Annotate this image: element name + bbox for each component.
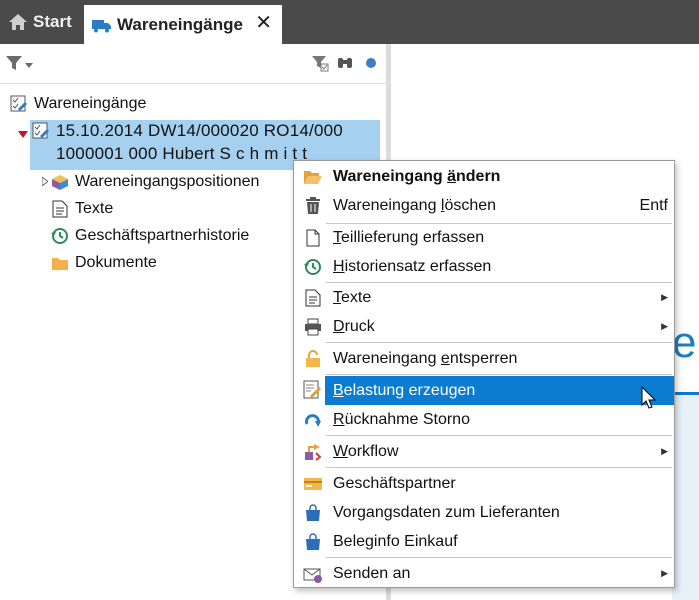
selected-node-line1: 15.10.2014 DW14/000020 RO14/000 <box>56 121 343 140</box>
menu-separator <box>326 557 672 558</box>
context-menu: Wareneingang ändern Wareneingang löschen… <box>293 160 675 588</box>
page-icon <box>303 228 323 248</box>
menu-item-label: Historiensatz erfassen <box>333 257 492 275</box>
home-icon <box>8 13 28 31</box>
search-binoculars-button[interactable] <box>336 54 354 76</box>
status-dot-button[interactable] <box>365 54 377 76</box>
menu-item-label: Workflow <box>333 442 399 460</box>
menu-item-label: Wareneingang ändern <box>333 167 501 185</box>
tree-root-label: Wareneingänge <box>34 95 147 112</box>
menu-separator <box>326 435 672 436</box>
history-icon <box>51 227 69 245</box>
tree-item-texte[interactable]: Texte <box>51 196 113 222</box>
bag-icon <box>303 503 323 523</box>
menu-item-senden-an[interactable]: Senden an ▶ <box>294 559 674 588</box>
menu-separator <box>326 467 672 468</box>
menu-item-ruecknahme-storno[interactable]: Rücknahme Storno <box>294 405 674 434</box>
edit-document-icon <box>303 380 323 405</box>
folder-open-icon <box>303 167 323 187</box>
filter-icon <box>5 54 23 77</box>
document-icon <box>303 288 323 308</box>
printer-icon <box>303 317 323 337</box>
menu-separator <box>326 342 672 343</box>
tab-bar: Start Wareneingänge ✕ <box>0 0 699 44</box>
truck-icon <box>92 18 112 32</box>
tab-start[interactable]: Start <box>0 0 82 44</box>
menu-item-label: Rücknahme Storno <box>333 410 470 428</box>
menu-item-druck[interactable]: Druck ▶ <box>294 312 674 341</box>
bag-icon <box>303 532 323 552</box>
menu-item-belastung-erzeugen[interactable]: Belastung erzeugen <box>325 376 674 405</box>
trash-icon <box>303 196 323 216</box>
tree-item-label: Geschäftspartnerhistorie <box>75 227 250 244</box>
unlock-icon <box>303 349 323 369</box>
history-icon <box>303 257 323 277</box>
menu-item-vorgangsdaten-zum-lieferanten[interactable]: Vorgangsdaten zum Lieferanten <box>294 498 674 527</box>
tree-item-label: Wareneingangspositionen <box>75 173 260 190</box>
menu-item-label: Wareneingang löschen <box>333 196 497 214</box>
checklist-edit-icon <box>32 122 50 145</box>
menu-item-historiensatz-erfassen[interactable]: Historiensatz erfassen <box>294 252 674 281</box>
detail-pane-panel <box>672 395 699 600</box>
menu-item-label: Beleginfo Einkauf <box>333 532 458 550</box>
filter-checklist-icon <box>311 54 329 77</box>
collapsed-arrow-icon[interactable] <box>41 173 49 191</box>
menu-item-label: Geschäftspartner <box>333 474 456 492</box>
menu-item-teillieferung-erfassen[interactable]: Teillieferung erfassen <box>294 223 674 252</box>
filter-dropdown[interactable] <box>5 55 35 75</box>
menu-item-wareneingang-entsperren[interactable]: Wareneingang entsperren <box>294 344 674 373</box>
submenu-arrow-icon: ▶ <box>661 292 668 302</box>
menu-item-wareneingang-loeschen[interactable]: Wareneingang löschen Entf <box>294 191 674 220</box>
menu-separator <box>326 374 672 375</box>
tree-root[interactable]: Wareneingänge <box>10 91 146 117</box>
tree-item-dokumente[interactable]: Dokumente <box>51 250 157 276</box>
close-icon[interactable]: ✕ <box>255 13 272 33</box>
menu-item-geschaeftspartner[interactable]: Geschäftspartner <box>294 469 674 498</box>
tree-item-label: Texte <box>75 200 114 217</box>
document-icon <box>51 200 69 218</box>
mouse-cursor-icon <box>641 385 657 410</box>
tree-toolbar <box>0 44 386 84</box>
package-icon <box>51 173 69 191</box>
submenu-arrow-icon: ▶ <box>661 568 668 578</box>
menu-item-label: Vorgangsdaten zum Lieferanten <box>333 503 560 521</box>
menu-item-beleginfo-einkauf[interactable]: Beleginfo Einkauf <box>294 527 674 556</box>
selected-node-line2: 1000001 000 Hubert S c h m i t t <box>56 144 308 163</box>
tree-item-geschaeftspartnerhistorie[interactable]: Geschäftspartnerhistorie <box>51 223 249 249</box>
tab-wareneingaenge[interactable]: Wareneingänge ✕ <box>84 5 282 44</box>
expanded-arrow-icon[interactable] <box>18 126 28 144</box>
submenu-arrow-icon: ▶ <box>661 446 668 456</box>
menu-item-label: Senden an <box>333 564 411 582</box>
folder-icon <box>51 254 69 272</box>
menu-item-workflow[interactable]: Workflow ▶ <box>294 437 674 466</box>
tab-start-label: Start <box>33 12 72 31</box>
status-dot-icon <box>365 56 377 74</box>
menu-item-wareneingang-aendern[interactable]: Wareneingang ändern <box>294 162 674 191</box>
shortcut-label: Entf <box>639 196 668 214</box>
mail-icon <box>303 564 323 584</box>
menu-item-label: Texte <box>333 288 372 306</box>
submenu-arrow-icon: ▶ <box>661 321 668 331</box>
tree-item-wareneingangspositionen[interactable]: Wareneingangspositionen <box>41 169 260 195</box>
tab-wareneingaenge-label: Wareneingänge <box>117 14 243 34</box>
menu-item-label: Druck <box>333 317 375 335</box>
menu-item-label: Belastung erzeugen <box>333 381 476 399</box>
workflow-icon <box>303 442 323 462</box>
tree-item-label: Dokumente <box>75 254 157 271</box>
checklist-edit-icon <box>10 95 28 113</box>
chevron-down-icon <box>25 56 33 74</box>
detail-pane-partial-text: er <box>672 318 699 367</box>
undo-arrow-icon <box>303 410 323 430</box>
menu-item-texte[interactable]: Texte ▶ <box>294 283 674 312</box>
binoculars-icon <box>336 54 354 77</box>
card-icon <box>303 474 323 494</box>
menu-item-label: Teillieferung erfassen <box>333 228 485 246</box>
menu-item-label: Wareneingang entsperren <box>333 349 518 367</box>
filter-checklist-button[interactable] <box>311 54 329 76</box>
